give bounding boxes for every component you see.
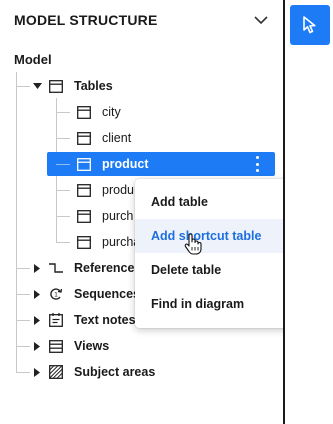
- hand-pointer-cursor-icon: [184, 233, 202, 255]
- model-structure-panel: MODEL STRUCTURE Model Tables city client: [0, 0, 295, 424]
- tree-guide-line: [16, 320, 30, 321]
- table-icon: [76, 104, 92, 120]
- tree-guide-line: [56, 138, 70, 139]
- tree-item-subject-areas[interactable]: Subject areas: [30, 360, 155, 384]
- tree-item-label: produ: [102, 183, 134, 197]
- tree-item-table-purcha[interactable]: purcha: [76, 230, 140, 254]
- tree-item-label: Views: [74, 339, 110, 353]
- tree-item-sequences[interactable]: 1 Sequences: [30, 282, 140, 306]
- caret-right-icon[interactable]: [32, 315, 42, 325]
- tree-item-label: city: [102, 105, 121, 119]
- caret-right-icon[interactable]: [32, 289, 42, 299]
- tree-root-model[interactable]: Model: [14, 52, 52, 67]
- tree-guide-line: [16, 72, 17, 372]
- menu-item-add-table[interactable]: Add table: [135, 185, 295, 219]
- tree-item-table-city[interactable]: city: [76, 100, 121, 124]
- tree-guide-line: [16, 346, 30, 347]
- tree-guide-line: [56, 190, 70, 191]
- caret-down-icon[interactable]: [32, 81, 42, 91]
- svg-text:1: 1: [54, 292, 58, 299]
- diagram-toolbar: [285, 0, 333, 424]
- tree-item-label: client: [102, 131, 132, 145]
- table-icon: [76, 182, 92, 198]
- select-tool-button[interactable]: [290, 5, 330, 45]
- sequence-icon: 1: [48, 286, 64, 302]
- tree-item-text-notes[interactable]: Text notes: [30, 308, 136, 332]
- tree-guide-line: [56, 164, 70, 165]
- tree-item-table-produ[interactable]: produ: [76, 178, 134, 202]
- tree-guide-line: [56, 112, 70, 113]
- table-icon: [76, 130, 92, 146]
- tree-item-label: Sequences: [74, 287, 141, 301]
- tree-item-label: Text notes: [74, 313, 136, 327]
- menu-item-add-shortcut-table[interactable]: Add shortcut table: [135, 219, 295, 253]
- menu-item-delete-table[interactable]: Delete table: [135, 253, 295, 287]
- tree-guide-line: [56, 216, 70, 217]
- text-note-icon: [48, 312, 64, 328]
- tree-guide-line: [16, 294, 30, 295]
- selected-row-content: product: [76, 152, 149, 176]
- tree-item-label: purch: [102, 209, 134, 223]
- reference-icon: [48, 260, 64, 276]
- caret-right-icon[interactable]: [32, 367, 42, 377]
- view-icon: [48, 338, 64, 354]
- tree-guide-line: [16, 86, 30, 87]
- tree-guide-line: [56, 242, 70, 243]
- tree-item-references[interactable]: References: [30, 256, 141, 280]
- tree-item-label: Subject areas: [74, 365, 156, 379]
- tree-guide-line: [16, 372, 30, 373]
- tree-guide-line: [16, 268, 30, 269]
- context-menu: Add table Add shortcut table Delete tabl…: [135, 179, 295, 328]
- menu-item-find-in-diagram[interactable]: Find in diagram: [135, 287, 295, 321]
- subject-area-icon: [48, 364, 64, 380]
- tree-item-tables[interactable]: Tables: [30, 74, 113, 98]
- table-icon: [76, 234, 92, 250]
- more-options-icon[interactable]: [255, 156, 259, 172]
- table-icon: [76, 156, 92, 172]
- tree-item-table-purch[interactable]: purch: [76, 204, 133, 228]
- panel-title: MODEL STRUCTURE: [14, 12, 158, 28]
- tree-item-views[interactable]: Views: [30, 334, 109, 358]
- tree-item-table-product[interactable]: product: [47, 152, 275, 176]
- pointer-icon: [303, 16, 316, 34]
- tree-item-table-client[interactable]: client: [76, 126, 131, 150]
- table-icon: [48, 78, 64, 94]
- tree-item-label: References: [74, 261, 142, 275]
- caret-right-icon[interactable]: [32, 341, 42, 351]
- chevron-down-icon[interactable]: [253, 12, 269, 28]
- panel-header: MODEL STRUCTURE: [14, 10, 269, 30]
- table-icon: [76, 208, 92, 224]
- caret-right-icon[interactable]: [32, 263, 42, 273]
- tree-item-label: Tables: [74, 79, 113, 93]
- tree-item-label: product: [102, 157, 149, 171]
